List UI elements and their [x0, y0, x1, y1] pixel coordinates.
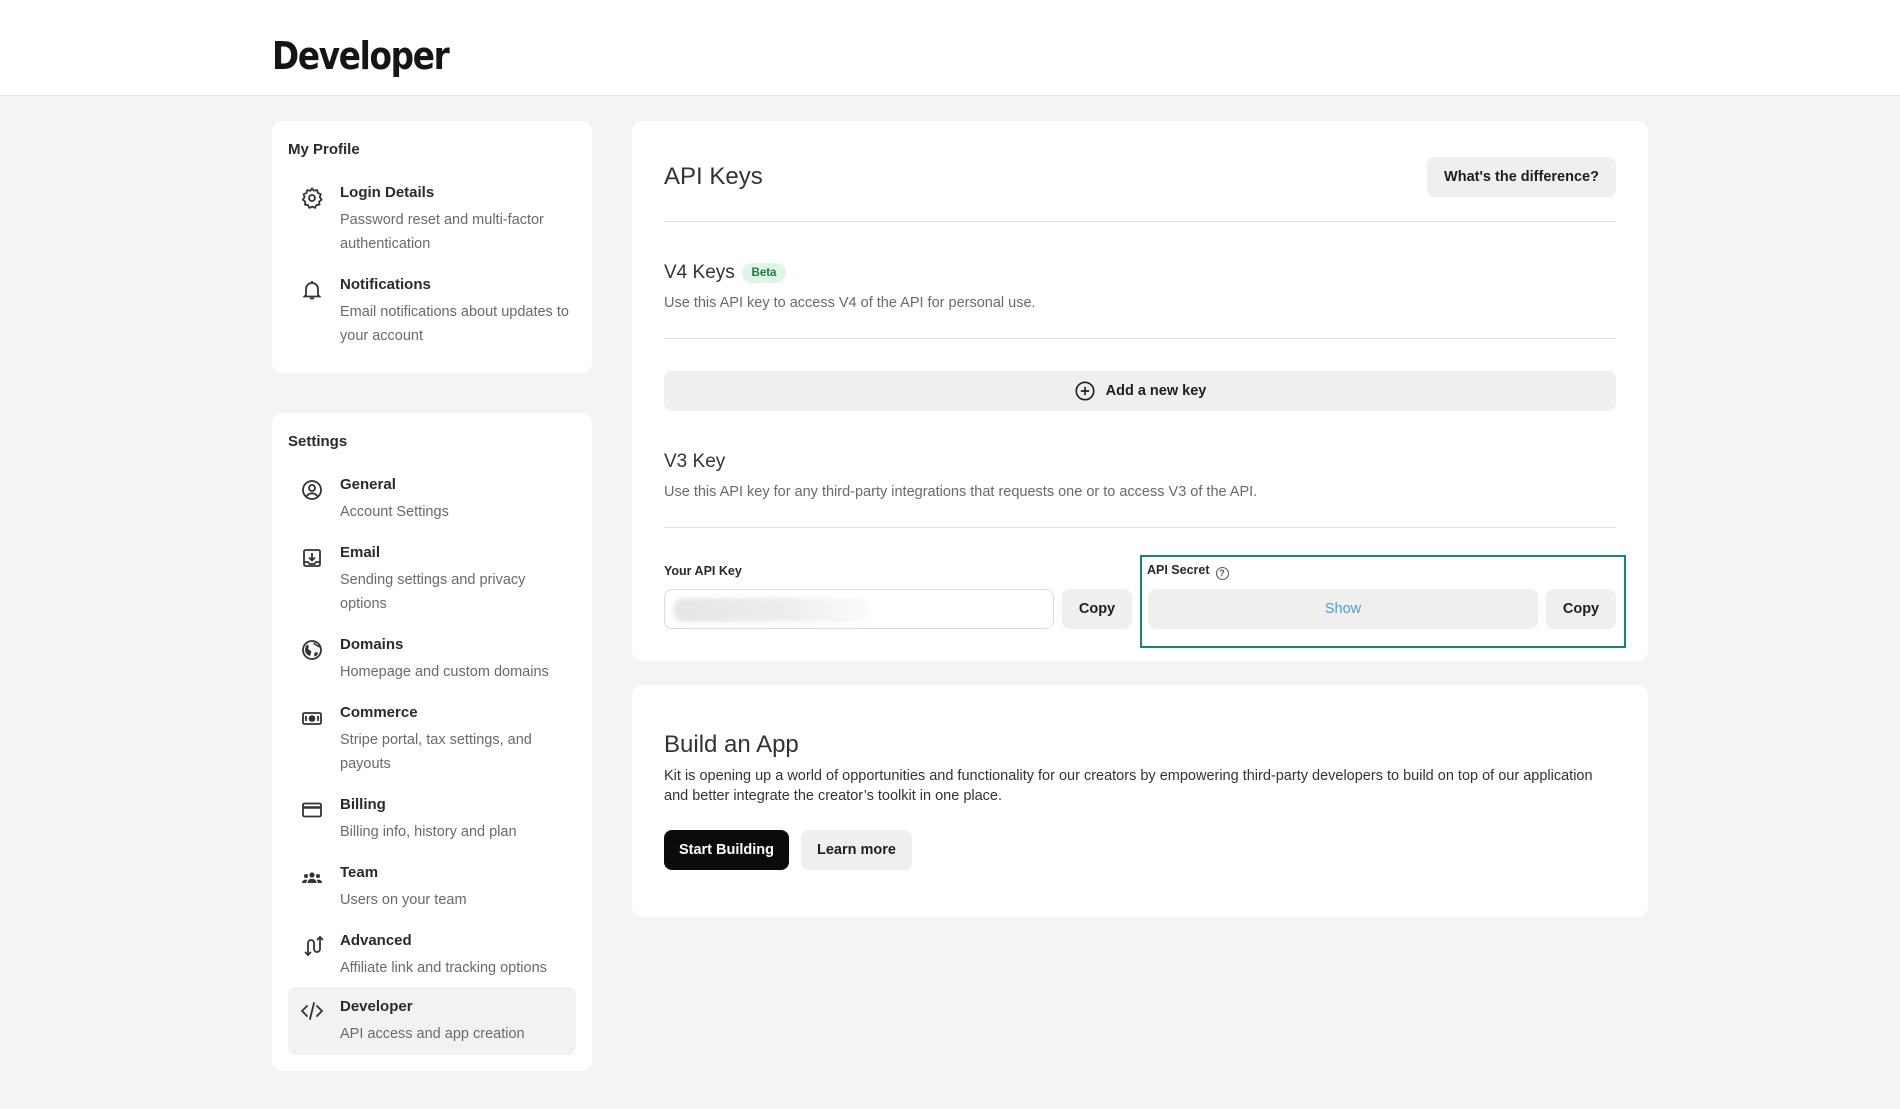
- sidebar-item-description: Account Settings: [340, 504, 449, 520]
- sidebar-item-login-details[interactable]: Login Details Password reset and multi-f…: [288, 183, 576, 252]
- copy-api-secret-button[interactable]: Copy: [1546, 589, 1616, 629]
- api-keys-title: API Keys: [664, 163, 763, 190]
- api-secret-label: API Secret?: [1147, 563, 1229, 580]
- sidebar-item-title: Developer: [340, 998, 413, 1015]
- gear-icon: [300, 186, 324, 210]
- sidebar-item-title: Advanced: [340, 932, 412, 949]
- code-icon: [300, 999, 324, 1023]
- divider: [664, 221, 1616, 222]
- plus-circle-icon: [1075, 381, 1095, 401]
- divider: [664, 338, 1616, 339]
- settings-heading: Settings: [288, 433, 348, 450]
- start-building-button[interactable]: Start Building: [664, 830, 789, 870]
- api-key-label: Your API Key: [664, 564, 742, 578]
- credit-card-icon: [300, 798, 324, 822]
- user-circle-icon: [300, 478, 324, 502]
- sidebar-item-title: Login Details: [340, 184, 435, 201]
- sidebar-item-notifications[interactable]: Notifications Email notifications about …: [288, 275, 576, 344]
- build-app-card: Build an App Kit is opening up a world o…: [632, 685, 1648, 917]
- globe-icon: [300, 638, 324, 662]
- learn-more-button[interactable]: Learn more: [801, 830, 912, 870]
- advanced-icon: [300, 934, 324, 958]
- inbox-download-icon: [300, 546, 324, 570]
- sidebar-item-team[interactable]: Team Users on your team: [288, 863, 576, 908]
- sidebar-item-title: Billing: [340, 796, 386, 813]
- money-icon: [300, 706, 324, 730]
- sidebar-item-developer[interactable]: Developer API access and app creation: [288, 987, 576, 1055]
- v3-key-title: V3 Key: [664, 451, 726, 472]
- settings-nav-card: Settings General Account Settings Email …: [272, 413, 592, 1071]
- add-new-key-label: Add a new key: [1105, 383, 1207, 399]
- api-key-redacted: [673, 598, 871, 622]
- sidebar-item-domains[interactable]: Domains Homepage and custom domains: [288, 635, 576, 680]
- sidebar-item-description: Affiliate link and tracking options: [340, 960, 547, 976]
- sidebar-item-advanced[interactable]: Advanced Affiliate link and tracking opt…: [288, 931, 576, 976]
- copy-api-key-button[interactable]: Copy: [1062, 589, 1132, 629]
- sidebar-item-general[interactable]: General Account Settings: [288, 475, 576, 520]
- sidebar-item-title: General: [340, 476, 396, 493]
- sidebar-item-description: Sending settings and privacy options: [340, 572, 526, 612]
- sidebar-item-title: Email: [340, 544, 381, 561]
- team-icon: [300, 866, 324, 890]
- api-keys-card: API Keys What's the difference? V4 Keys …: [632, 121, 1648, 661]
- top-bar: Developer: [0, 0, 1900, 96]
- v4-keys-title: V4 Keys: [664, 262, 735, 283]
- sidebar-item-description: Stripe portal, tax settings, and payouts: [340, 732, 532, 772]
- bell-icon: [300, 278, 324, 302]
- api-secret-group: API Secret? Show Copy: [1140, 555, 1626, 648]
- sidebar-item-description: Password reset and multi-factor authenti…: [340, 212, 544, 252]
- sidebar-item-title: Commerce: [340, 704, 418, 721]
- v4-keys-description: Use this API key to access V4 of the API…: [664, 295, 1036, 311]
- sidebar-item-description: Users on your team: [340, 892, 467, 908]
- sidebar-item-title: Team: [340, 864, 379, 881]
- sidebar-item-title: Notifications: [340, 276, 431, 293]
- help-icon[interactable]: ?: [1215, 567, 1229, 580]
- api-key-field[interactable]: [664, 589, 1054, 629]
- sidebar-item-description: Homepage and custom domains: [340, 664, 549, 680]
- sidebar-item-description: API access and app creation: [340, 1026, 525, 1042]
- sidebar-item-description: Billing info, history and plan: [340, 824, 517, 840]
- sidebar-item-billing[interactable]: Billing Billing info, history and plan: [288, 795, 576, 840]
- profile-heading: My Profile: [288, 141, 360, 158]
- v3-key-description: Use this API key for any third-party int…: [664, 484, 1258, 500]
- profile-nav-card: My Profile Login Details Password reset …: [272, 121, 592, 373]
- divider: [664, 527, 1616, 528]
- beta-badge: Beta: [742, 263, 786, 283]
- build-app-title: Build an App: [664, 731, 799, 758]
- sidebar-item-description: Email notifications about updates to you…: [340, 304, 569, 344]
- whats-the-difference-button[interactable]: What's the difference?: [1427, 157, 1616, 197]
- sidebar-item-commerce[interactable]: Commerce Stripe portal, tax settings, an…: [288, 703, 576, 772]
- add-new-key-button[interactable]: Add a new key: [664, 371, 1616, 411]
- show-secret-button[interactable]: Show: [1148, 589, 1538, 629]
- build-app-description: Kit is opening up a world of opportuniti…: [664, 768, 1593, 804]
- sidebar-item-title: Domains: [340, 636, 404, 653]
- page-brand-title: Developer: [272, 34, 450, 78]
- api-secret-label-text: API Secret: [1147, 563, 1210, 577]
- sidebar-item-email[interactable]: Email Sending settings and privacy optio…: [288, 543, 576, 612]
